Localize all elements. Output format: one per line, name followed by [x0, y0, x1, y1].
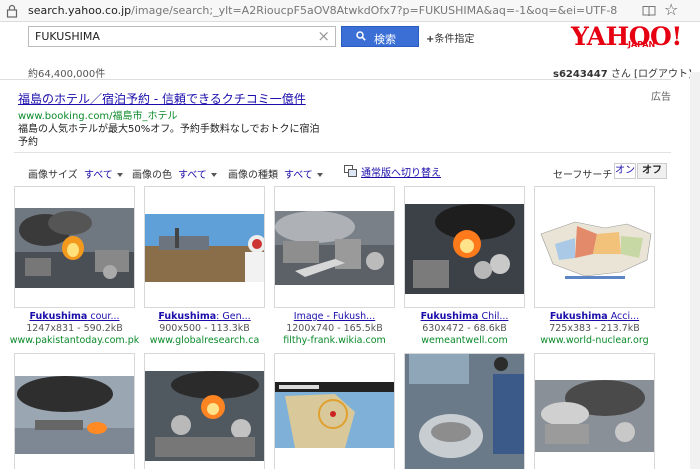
coast-fire-thumbnail — [15, 376, 134, 454]
conditions-link[interactable]: +条件指定 — [426, 30, 474, 45]
result-image[interactable] — [144, 186, 265, 308]
yahoo-logo[interactable]: YAHOO! — [571, 22, 682, 51]
chevron-down-icon — [116, 173, 123, 177]
result-caption: Image - Fukush... 1200x740 - 165.5kB fil… — [269, 311, 400, 347]
result-size: 900x500 - 113.3kB — [159, 323, 250, 334]
chevron-down-icon — [210, 173, 217, 177]
result-title-link[interactable]: Fukushima Acci... — [529, 311, 660, 323]
evacuation-map-thumbnail — [275, 382, 394, 448]
result-caption: Fukushima: Gen... 900x500 - 113.3kB www.… — [139, 311, 270, 347]
url-text[interactable]: search.yahoo.co.jp/image/search;_ylt=A2R… — [28, 4, 617, 17]
result-image[interactable] — [274, 186, 395, 308]
safesearch-label: セーフサーチ — [553, 170, 613, 181]
switch-view-icon — [344, 165, 357, 177]
result-domain[interactable]: wemeantwell.com — [399, 335, 530, 347]
browser-address-bar[interactable]: search.yahoo.co.jp/image/search;_ylt=A2R… — [0, 0, 700, 22]
search-query[interactable]: FUKUSHIMA — [35, 30, 100, 43]
result-image[interactable] — [274, 353, 395, 469]
ad-label: 広告 — [651, 92, 671, 103]
result-size: 725x383 - 213.7kB — [549, 323, 640, 334]
star-icon[interactable]: ☆ — [664, 2, 678, 18]
result-size: 1247x831 - 590.2kB — [26, 323, 123, 334]
plant-smoke-thumbnail — [275, 211, 394, 285]
result-size: 630x472 - 68.6kB — [422, 323, 507, 334]
switch-standard-link[interactable]: 通常版へ切り替え — [344, 164, 441, 179]
yahoo-logo-sub: JAPAN — [628, 40, 656, 49]
result-caption: Fukushima Chil... 630x472 - 68.6kB wemea… — [399, 311, 530, 347]
search-input[interactable]: FUKUSHIMA × — [28, 26, 336, 47]
clear-icon[interactable]: × — [317, 28, 330, 44]
ad-description: 福島の人気ホテルが最大50%オフ。予約手数料なしでおトクに宿泊予約 — [18, 124, 320, 148]
result-size: 1200x740 - 165.5kB — [286, 323, 383, 334]
result-title-link[interactable]: Fukushima cour... — [9, 311, 140, 323]
result-image[interactable] — [14, 353, 135, 469]
divider — [0, 79, 671, 80]
result-image[interactable] — [534, 186, 655, 308]
safesearch-off-toggle[interactable]: オフ — [637, 163, 667, 179]
result-image[interactable] — [404, 186, 525, 308]
type-filter-dropdown[interactable]: すべて — [284, 166, 323, 181]
result-caption: Fukushima cour... 1247x831 - 590.2kB www… — [9, 311, 140, 347]
plant-blaze-thumbnail — [405, 204, 524, 294]
color-filter-dropdown[interactable]: すべて — [178, 166, 217, 181]
worker-thumbnail — [145, 214, 264, 282]
user-info: s6243447 さん [ログアウト] — [553, 65, 692, 80]
plant-fire-thumbnail — [15, 208, 134, 288]
plant-fire2-thumbnail — [145, 371, 264, 461]
result-image[interactable] — [534, 353, 655, 469]
chevron-down-icon — [316, 173, 323, 177]
search-button-label: 検索 — [374, 34, 396, 46]
result-domain[interactable]: www.world-nuclear.org — [529, 335, 660, 347]
scrollbar[interactable] — [690, 72, 700, 469]
plant-smoke2-thumbnail — [535, 380, 654, 452]
magnifier-icon — [356, 31, 366, 41]
result-title-link[interactable]: Fukushima Chil... — [399, 311, 530, 323]
result-title-link[interactable]: Fukushima: Gen... — [139, 311, 270, 323]
ad-url[interactable]: www.booking.com/福島市_ホテル — [18, 107, 178, 122]
result-title-link[interactable]: Image - Fukush... — [269, 311, 400, 323]
search-button[interactable]: 検索 — [341, 26, 419, 47]
ad-title-link[interactable]: 福島のホテル／宿泊予約 - 信頼できるクチコミ一億件 — [18, 90, 306, 107]
lock-icon — [6, 4, 18, 18]
fish-inspection-thumbnail — [405, 354, 524, 469]
result-domain[interactable]: filthy-frank.wikia.com — [269, 335, 400, 347]
result-image[interactable] — [144, 353, 265, 469]
safesearch-on-toggle[interactable]: オン — [614, 163, 636, 179]
type-filter-label: 画像の種類 — [228, 170, 278, 181]
result-domain[interactable]: www.globalresearch.ca — [139, 335, 270, 347]
color-filter-label: 画像の色 — [132, 170, 172, 181]
size-filter-dropdown[interactable]: すべて — [84, 166, 123, 181]
result-domain[interactable]: www.pakistantoday.com.pk — [9, 335, 140, 347]
map-thumbnail — [535, 214, 654, 282]
conditions-label: 条件指定 — [434, 34, 475, 45]
result-image[interactable] — [404, 353, 525, 469]
result-image[interactable] — [14, 186, 135, 308]
divider — [14, 152, 671, 153]
size-filter-label: 画像サイズ — [28, 170, 78, 181]
result-caption: Fukushima Acci... 725x383 - 213.7kB www.… — [529, 311, 660, 347]
result-count: 約64,400,000件 — [28, 69, 106, 80]
book-icon[interactable] — [642, 4, 656, 18]
switch-standard-label: 通常版へ切り替え — [361, 168, 441, 179]
